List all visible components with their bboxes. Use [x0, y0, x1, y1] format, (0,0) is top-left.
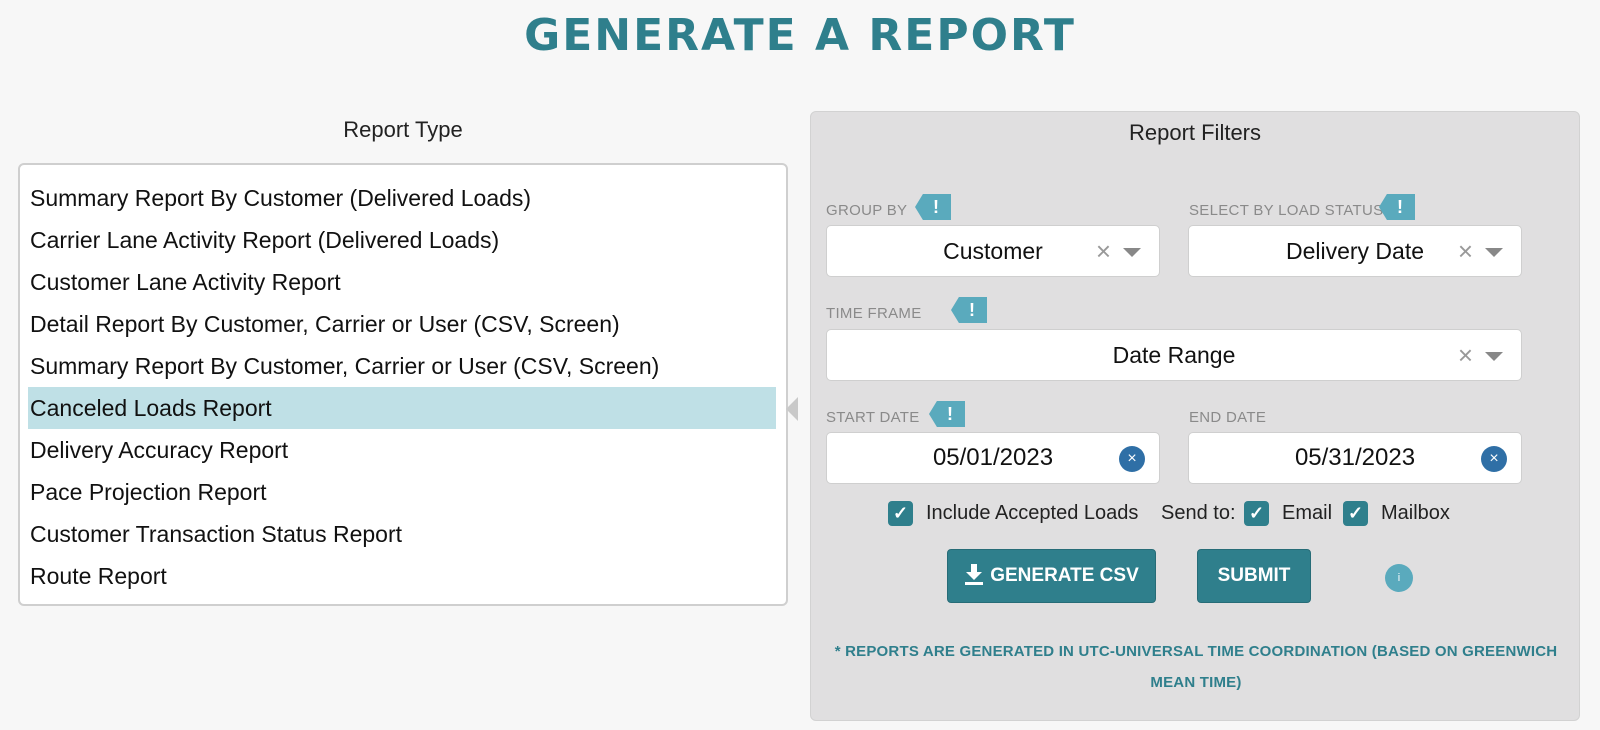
- report-type-item[interactable]: Customer Transaction Status Report: [28, 513, 776, 555]
- mailbox-label: Mailbox: [1381, 502, 1450, 524]
- report-type-item[interactable]: Delivery Accuracy Report: [28, 429, 776, 471]
- group-by-clear-icon[interactable]: ×: [1096, 226, 1111, 276]
- report-type-item[interactable]: Customer Lane Activity Report: [28, 261, 776, 303]
- load-status-label: SELECT BY LOAD STATUS: [1189, 202, 1384, 219]
- group-by-label: GROUP BY: [826, 202, 908, 219]
- include-accepted-checkbox[interactable]: ✓: [888, 501, 913, 526]
- time-frame-label: TIME FRAME: [826, 305, 922, 322]
- report-type-item[interactable]: Pace Projection Report: [28, 471, 776, 513]
- send-to-label: Send to:: [1161, 502, 1236, 524]
- start-date-alert-icon: !: [929, 401, 965, 427]
- load-status-chevron-down-icon[interactable]: [1485, 248, 1503, 257]
- group-by-alert-icon: !: [915, 194, 951, 220]
- email-label: Email: [1282, 502, 1333, 524]
- end-date-clear-icon[interactable]: ×: [1481, 446, 1507, 472]
- report-type-item[interactable]: Canceled Loads Report: [28, 387, 776, 429]
- report-type-item[interactable]: Summary Report By Customer (Delivered Lo…: [28, 177, 776, 219]
- page-title: GENERATE A REPORT: [524, 10, 1076, 61]
- report-type-item[interactable]: Detail Report By Customer, Carrier or Us…: [28, 303, 776, 345]
- start-date-value: 05/01/2023: [932, 444, 1054, 471]
- start-date-label: START DATE: [826, 409, 920, 426]
- mailbox-checkbox[interactable]: ✓: [1343, 501, 1368, 526]
- group-by-chevron-down-icon[interactable]: [1123, 248, 1141, 257]
- submit-button[interactable]: SUBMIT: [1197, 549, 1311, 603]
- info-icon[interactable]: i: [1385, 564, 1413, 592]
- end-date-field[interactable]: 05/31/2023 ×: [1188, 432, 1522, 484]
- time-frame-alert-icon: !: [951, 297, 987, 323]
- load-status-select[interactable]: Delivery Date ×: [1188, 225, 1522, 277]
- email-checkbox[interactable]: ✓: [1244, 501, 1269, 526]
- time-frame-chevron-down-icon[interactable]: [1485, 352, 1503, 361]
- group-by-value: Customer: [943, 238, 1043, 264]
- report-type-heading: Report Type: [343, 117, 463, 142]
- end-date-label: END DATE: [1189, 409, 1267, 426]
- report-type-item[interactable]: Carrier Lane Activity Report (Delivered …: [28, 219, 776, 261]
- report-type-list: Summary Report By Customer (Delivered Lo…: [18, 163, 788, 606]
- start-date-clear-icon[interactable]: ×: [1119, 446, 1145, 472]
- end-date-value: 05/31/2023: [1294, 444, 1416, 471]
- load-status-value: Delivery Date: [1285, 238, 1425, 264]
- load-status-clear-icon[interactable]: ×: [1458, 226, 1473, 276]
- time-frame-value: Date Range: [1112, 342, 1236, 368]
- options-row: ✓ Include Accepted Loads Send to: ✓ Emai…: [811, 498, 1579, 528]
- report-type-item[interactable]: Summary Report By Customer, Carrier or U…: [28, 345, 776, 387]
- selection-pointer-arrow: [786, 397, 798, 421]
- include-accepted-label: Include Accepted Loads: [926, 502, 1139, 524]
- generate-csv-label: GENERATE CSV: [990, 565, 1139, 586]
- load-status-alert-icon: !: [1379, 194, 1415, 220]
- generate-csv-button[interactable]: GENERATE CSV: [947, 549, 1156, 603]
- download-icon: [965, 563, 984, 585]
- start-date-field[interactable]: 05/01/2023 ×: [826, 432, 1160, 484]
- time-frame-clear-icon[interactable]: ×: [1458, 330, 1473, 380]
- report-filters-panel: Report Filters GROUP BY ! Customer × SEL…: [810, 111, 1580, 721]
- report-filters-heading: Report Filters: [1128, 120, 1262, 145]
- report-type-item[interactable]: Route Report: [28, 555, 776, 597]
- utc-footnote: * REPORTS ARE GENERATED IN UTC-UNIVERSAL…: [834, 643, 1558, 691]
- time-frame-select[interactable]: Date Range ×: [826, 329, 1522, 381]
- group-by-select[interactable]: Customer ×: [826, 225, 1160, 277]
